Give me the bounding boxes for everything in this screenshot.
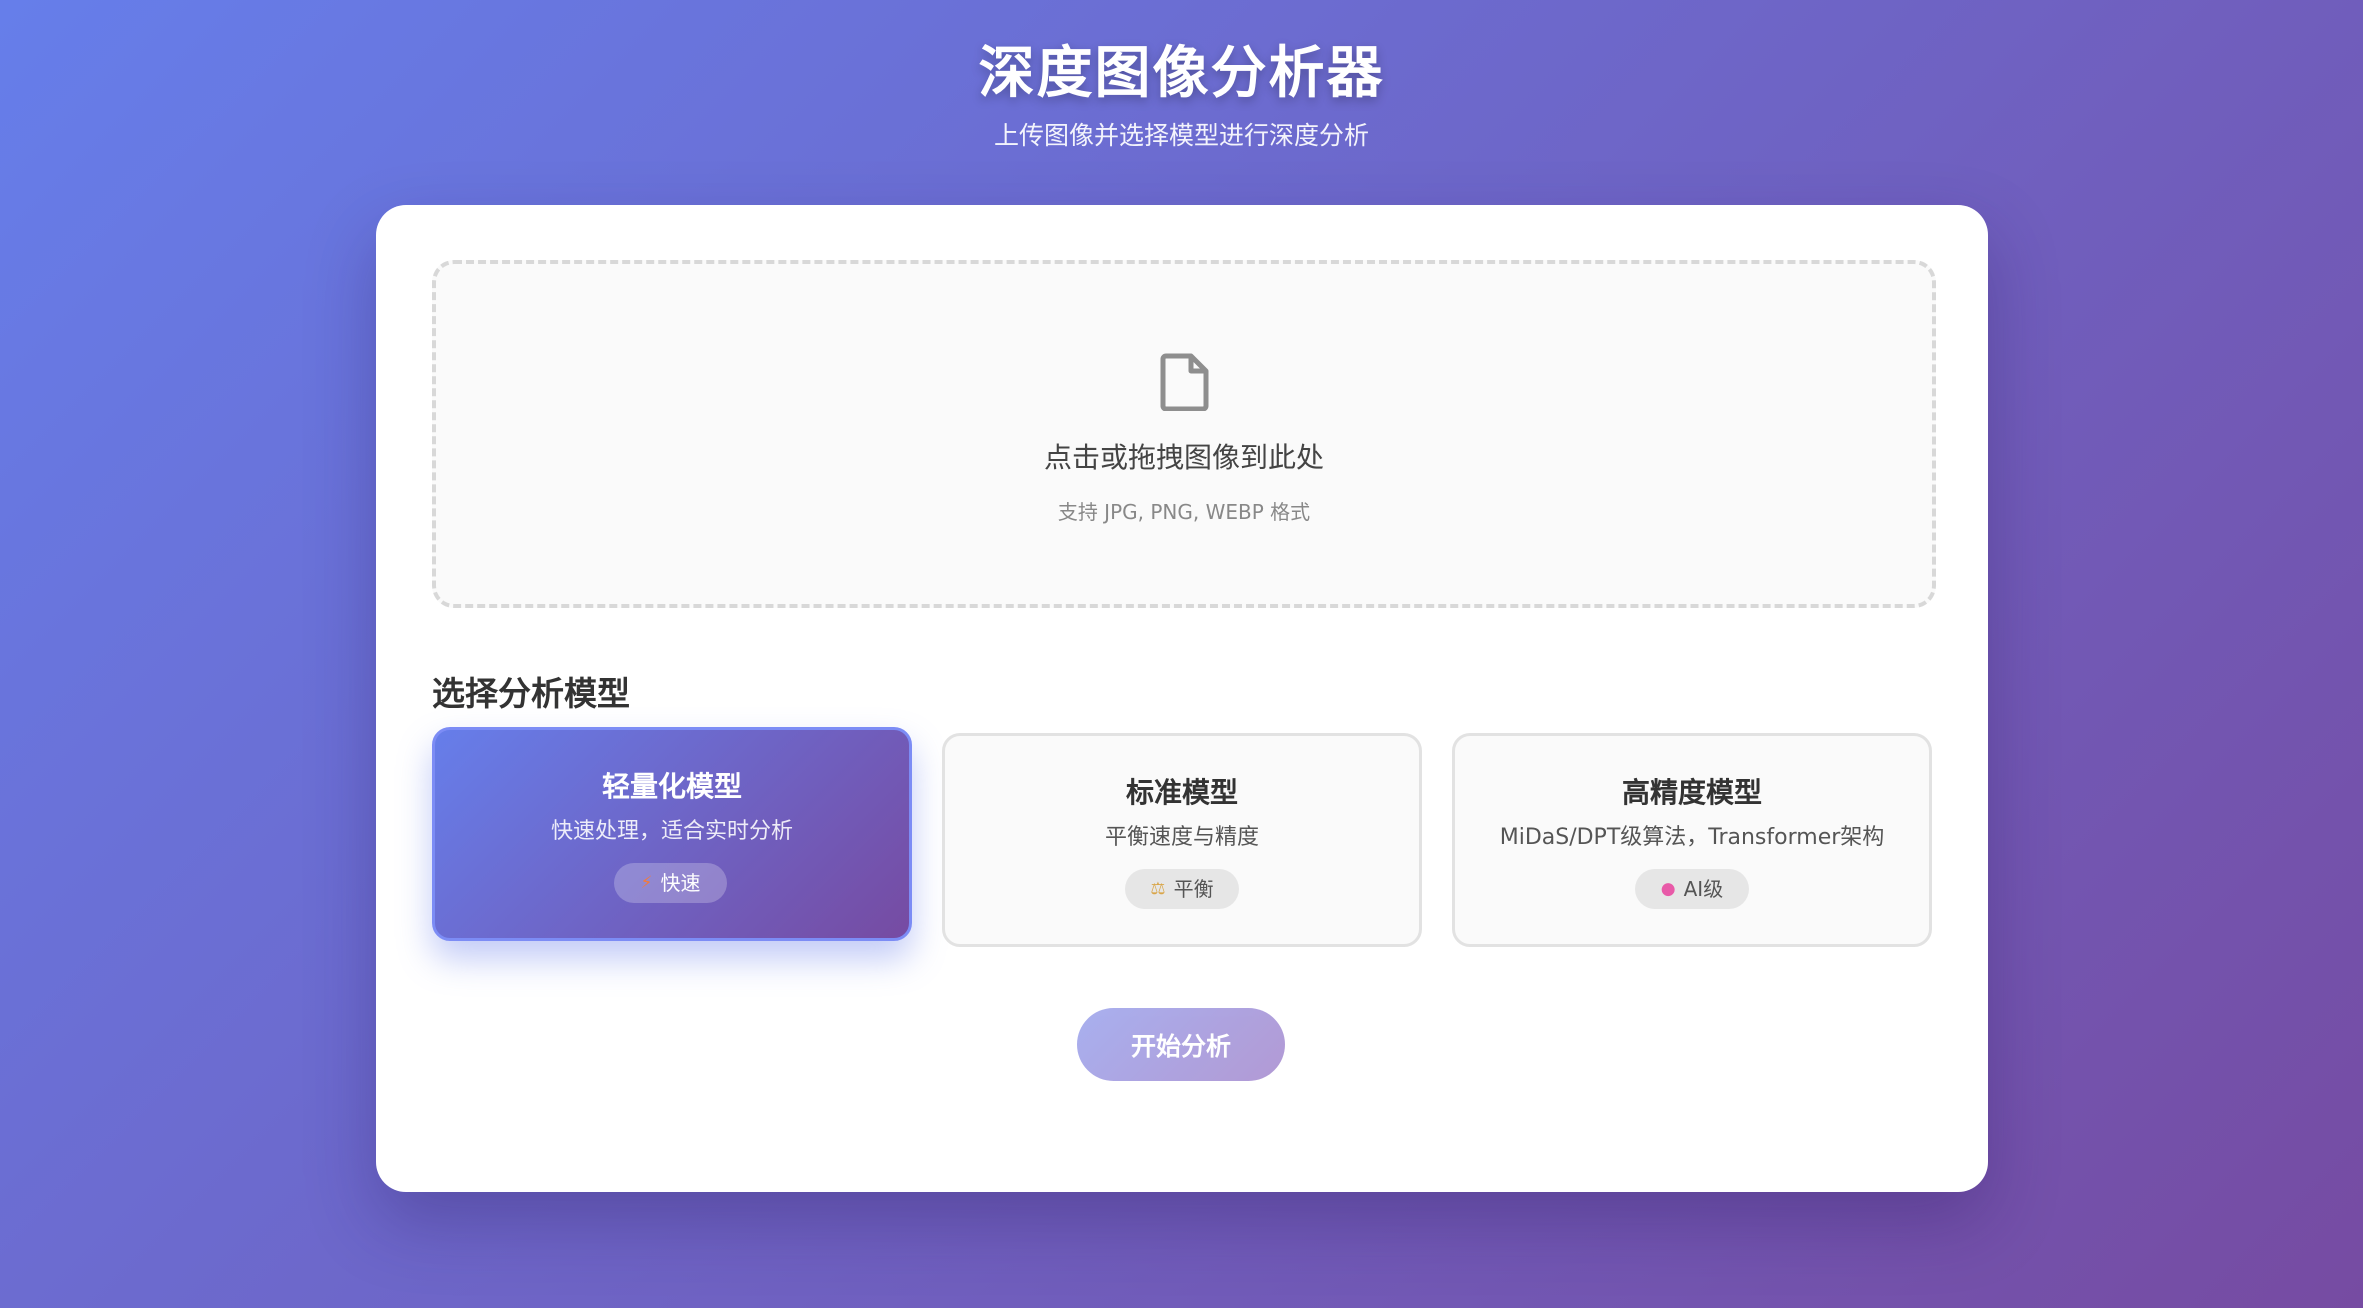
upload-format-hint: 支持 JPG, PNG, WEBP 格式: [1057, 500, 1311, 524]
page-title: 深度图像分析器: [978, 41, 1385, 106]
badge-label: AI级: [1683, 877, 1724, 901]
upload-dropzone[interactable]: 点击或拖拽图像到此处 支持 JPG, PNG, WEBP 格式: [432, 260, 1936, 608]
model-name: 轻量化模型: [601, 770, 742, 803]
model-description: MiDaS/DPT级算法，Transformer架构: [1499, 825, 1885, 850]
lightning-icon: ⚡: [640, 873, 653, 893]
model-card-lightweight[interactable]: 轻量化模型 快速处理，适合实时分析 ⚡ 快速: [432, 727, 912, 941]
model-description: 快速处理，适合实时分析: [550, 819, 793, 844]
upload-title: 点击或拖拽图像到此处: [1043, 441, 1324, 474]
main-card: 点击或拖拽图像到此处 支持 JPG, PNG, WEBP 格式 选择分析模型 轻…: [376, 205, 1988, 1192]
balance-scale-icon: ⚖: [1150, 879, 1166, 899]
model-name: 标准模型: [1125, 776, 1238, 809]
brain-icon: ●: [1660, 879, 1676, 899]
file-icon: [1160, 353, 1209, 411]
page-subtitle: 上传图像并选择模型进行深度分析: [993, 121, 1369, 150]
model-name: 高精度模型: [1621, 776, 1762, 809]
model-card-high-precision[interactable]: 高精度模型 MiDaS/DPT级算法，Transformer架构 ● AI级: [1452, 733, 1932, 947]
model-badge: ⚖ 平衡: [1125, 869, 1239, 909]
model-badge: ● AI级: [1635, 869, 1749, 909]
badge-label: 平衡: [1173, 877, 1214, 901]
model-description: 平衡速度与精度: [1104, 825, 1259, 850]
model-section-title: 选择分析模型: [432, 674, 630, 713]
badge-label: 快速: [660, 871, 701, 895]
start-analysis-button[interactable]: 开始分析: [1077, 1008, 1285, 1081]
model-badge: ⚡ 快速: [614, 863, 727, 903]
model-card-standard[interactable]: 标准模型 平衡速度与精度 ⚖ 平衡: [942, 733, 1422, 947]
